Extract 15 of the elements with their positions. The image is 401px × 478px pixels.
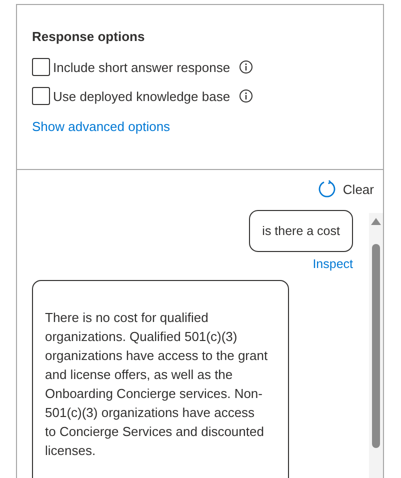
advanced-options-link[interactable]: Show advanced options bbox=[32, 119, 170, 134]
bot-message: There is no cost for qualified organizations. Qualified 501(c)(3) organizations have access to the grant and license offers, as well as the Onboarding Concierge services. Non-501(c)(3) organizations have access to Concierge Services and discounted licenses. bbox=[32, 280, 289, 478]
checkbox[interactable] bbox=[32, 58, 50, 76]
inspect-link[interactable]: Inspect bbox=[312, 257, 353, 271]
scrollbar[interactable] bbox=[369, 213, 383, 478]
clear-button[interactable]: Clear bbox=[316, 179, 374, 199]
checkbox-label[interactable]: Include short answer response bbox=[53, 60, 230, 74]
checkbox-label[interactable]: Use deployed knowledge base bbox=[53, 88, 230, 104]
info-icon[interactable] bbox=[239, 60, 254, 74]
user-message: is there a cost bbox=[249, 210, 353, 252]
checkbox[interactable] bbox=[32, 87, 50, 105]
info-icon[interactable] bbox=[239, 89, 254, 103]
scroll-up-icon[interactable] bbox=[371, 218, 381, 225]
refresh-icon bbox=[316, 179, 337, 199]
section-title: Response options bbox=[32, 29, 145, 44]
